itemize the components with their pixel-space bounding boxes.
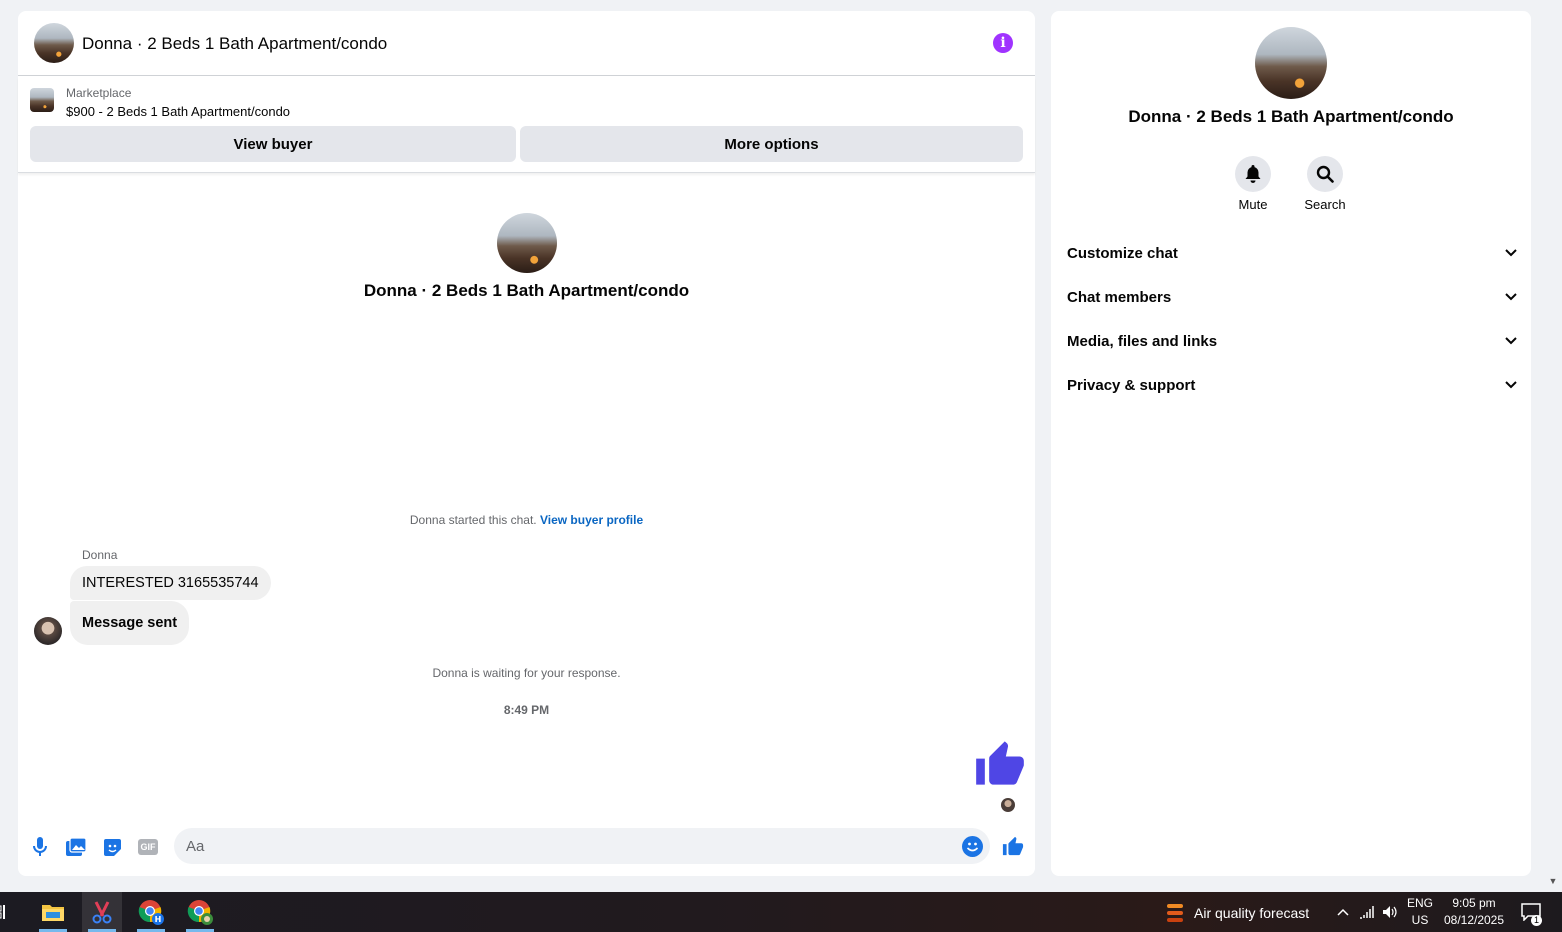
- file-explorer-icon[interactable]: [33, 892, 73, 932]
- message-bubble[interactable]: INTERESTED 3165535744: [70, 566, 271, 600]
- notification-count-badge: 1: [1531, 915, 1542, 926]
- gif-label: GIF: [138, 839, 158, 855]
- message-input[interactable]: [174, 828, 990, 864]
- mute-label: Mute: [1238, 197, 1268, 212]
- more-options-button[interactable]: More options: [520, 126, 1023, 162]
- bell-icon: [1235, 156, 1271, 192]
- chrome-profile-h-icon[interactable]: H: [131, 892, 171, 932]
- chrome-profile-icon[interactable]: [180, 892, 220, 932]
- chevron-down-icon: [1505, 293, 1517, 301]
- chat-started-notice: Donna started this chat. View buyer prof…: [18, 513, 1035, 527]
- chat-title[interactable]: Donna · 2 Beds 1 Bath Apartment/condo: [82, 34, 387, 54]
- view-buyer-button[interactable]: View buyer: [30, 126, 516, 162]
- clock-date: 08/12/2025: [1443, 913, 1505, 927]
- show-hidden-icons-chevron-icon[interactable]: [1332, 892, 1354, 932]
- section-label: Customize chat: [1067, 244, 1178, 262]
- clock[interactable]: 9:05 pm 08/12/2025: [1440, 895, 1508, 929]
- chevron-down-icon: [1505, 249, 1517, 257]
- section-label: Chat members: [1067, 288, 1172, 306]
- listing-thumbnail[interactable]: [30, 88, 54, 112]
- search-icon: [1307, 156, 1343, 192]
- microphone-icon[interactable]: [29, 836, 51, 858]
- taskbar: H Air quality forecast ENG US 9:05 pm 08…: [0, 892, 1562, 932]
- thumbs-up-icon[interactable]: [1002, 835, 1024, 857]
- task-view-icon[interactable]: [0, 892, 14, 932]
- customize-chat-section[interactable]: Customize chat: [1067, 242, 1517, 264]
- notification-center-icon[interactable]: 1: [1516, 892, 1546, 932]
- emoji-icon[interactable]: [962, 836, 983, 857]
- air-quality-icon: [1167, 904, 1183, 922]
- language-indicator[interactable]: ENG US: [1404, 895, 1436, 929]
- privacy-support-section[interactable]: Privacy & support: [1067, 374, 1517, 396]
- gif-icon[interactable]: GIF: [137, 836, 159, 858]
- sent-thumbs-up-icon[interactable]: [974, 737, 1026, 789]
- intro-avatar: [497, 213, 557, 273]
- photo-icon[interactable]: [65, 836, 87, 858]
- conversation-avatar[interactable]: [34, 23, 74, 63]
- waiting-notice: Donna is waiting for your response.: [432, 666, 621, 680]
- message-timestamp: 8:49 PM: [503, 703, 550, 717]
- search-button[interactable]: Search: [1295, 156, 1355, 212]
- info-title: Donna · 2 Beds 1 Bath Apartment/condo: [1128, 107, 1454, 126]
- chat-members-section[interactable]: Chat members: [1067, 286, 1517, 308]
- chat-panel: Donna · 2 Beds 1 Bath Apartment/condo i …: [18, 11, 1035, 876]
- chat-started-text: Donna started this chat.: [409, 513, 537, 527]
- scroll-down-arrow-icon[interactable]: ▼: [1548, 876, 1558, 886]
- volume-icon[interactable]: [1379, 892, 1401, 932]
- section-label: Media, files and links: [1067, 332, 1218, 350]
- info-avatar[interactable]: [1255, 27, 1327, 99]
- message-bubble[interactable]: Message sent: [70, 601, 190, 645]
- weather-widget[interactable]: Air quality forecast: [1164, 902, 1309, 924]
- listing-title[interactable]: $900 - 2 Beds 1 Bath Apartment/condo: [66, 104, 290, 119]
- air-quality-label: Air quality forecast: [1194, 905, 1310, 921]
- section-label: Privacy & support: [1067, 376, 1196, 394]
- info-icon[interactable]: i: [993, 33, 1013, 53]
- seen-indicator-avatar: [1001, 798, 1015, 812]
- intro-title: Donna · 2 Beds 1 Bath Apartment/condo: [363, 281, 690, 300]
- chevron-down-icon: [1505, 337, 1517, 345]
- sender-name: Donna: [82, 548, 118, 562]
- chevron-down-icon: [1505, 381, 1517, 389]
- media-files-links-section[interactable]: Media, files and links: [1067, 330, 1517, 352]
- svg-text:H: H: [155, 915, 162, 924]
- marketplace-label: Marketplace: [66, 86, 132, 100]
- mute-button[interactable]: Mute: [1223, 156, 1283, 212]
- sticker-icon[interactable]: [101, 836, 123, 858]
- view-buyer-profile-link[interactable]: View buyer profile: [540, 513, 643, 527]
- region-code: US: [1411, 913, 1429, 927]
- language-code: ENG: [1406, 896, 1433, 910]
- clock-time: 9:05 pm: [1452, 896, 1496, 910]
- sender-avatar[interactable]: [34, 617, 62, 645]
- search-label: Search: [1304, 197, 1346, 212]
- marketplace-strip: Marketplace $900 - 2 Beds 1 Bath Apartme…: [18, 77, 1035, 173]
- chat-header: Donna · 2 Beds 1 Bath Apartment/condo i: [18, 11, 1035, 76]
- conversation-info-panel: Donna · 2 Beds 1 Bath Apartment/condo Mu…: [1051, 11, 1531, 876]
- network-icon[interactable]: [1356, 892, 1378, 932]
- snipping-tool-icon[interactable]: [82, 892, 122, 932]
